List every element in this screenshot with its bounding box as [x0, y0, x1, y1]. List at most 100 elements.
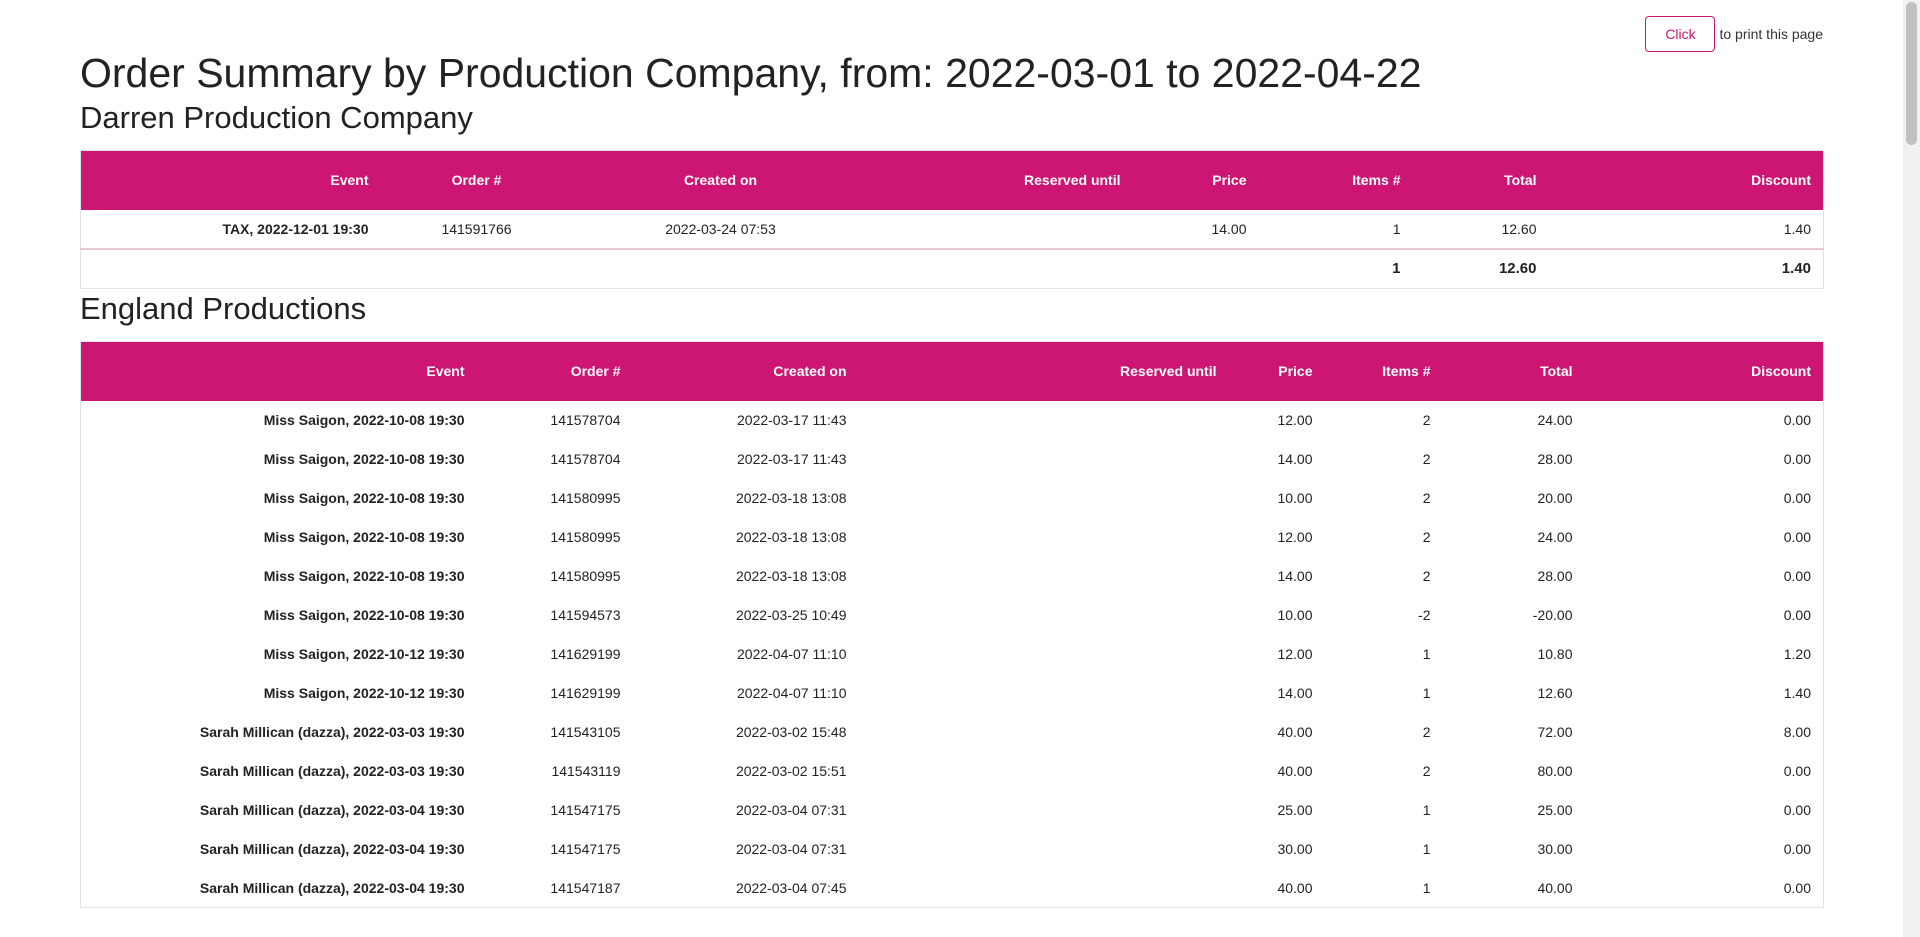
- cell-event: Miss Saigon, 2022-10-08 19:30: [263, 529, 465, 545]
- cell-order: 141594573: [550, 607, 621, 623]
- cell-created: 2022-04-07 11:10: [737, 685, 847, 701]
- table-row: Miss Saigon, 2022-10-08 19:30 141578704 20…: [81, 401, 1824, 440]
- report-content: Order Summary by Production Company, fro…: [80, 0, 1824, 908]
- cell-price: 12.00: [1277, 412, 1313, 428]
- cell-event: Sarah Millican (dazza), 2022-03-04 19:30: [199, 841, 465, 857]
- table-row: Sarah Millican (dazza), 2022-03-04 19:30…: [81, 869, 1824, 908]
- cell-order: 141578704: [550, 451, 621, 467]
- cell-reserved: [869, 210, 1133, 249]
- cell-items: 1: [1422, 685, 1431, 701]
- cell-total: 10.80: [1537, 646, 1573, 662]
- cell-items: 2: [1422, 412, 1431, 428]
- cell-order: 141580995: [550, 529, 621, 545]
- cell-total: 28.00: [1537, 451, 1573, 467]
- table-row: Sarah Millican (dazza), 2022-03-03 19:30…: [81, 713, 1824, 752]
- cell-reserved: [859, 401, 1229, 440]
- cell-discount: 0.00: [1783, 529, 1811, 545]
- column-header-items[interactable]: Items #: [1259, 151, 1413, 210]
- scrollbar-thumb[interactable]: [1906, 2, 1917, 145]
- cell-order: 141629199: [550, 685, 621, 701]
- total-items: 1: [1392, 260, 1401, 278]
- cell-total: 72.00: [1537, 724, 1573, 740]
- cell-created: 2022-03-17 11:43: [737, 451, 847, 467]
- cell-discount: 0.00: [1783, 490, 1811, 506]
- cell-order: 141547175: [550, 841, 621, 857]
- cell-total: 20.00: [1537, 490, 1573, 506]
- cell-discount: 0.00: [1783, 412, 1811, 428]
- cell-reserved: [859, 596, 1229, 635]
- cell-order: 141629199: [550, 646, 621, 662]
- cell-price: 12.00: [1277, 646, 1313, 662]
- column-header-items[interactable]: Items #: [1325, 342, 1443, 401]
- cell-created: 2022-03-04 07:31: [735, 841, 847, 857]
- cell-discount: 1.40: [1783, 685, 1811, 701]
- column-header-price[interactable]: Price: [1229, 342, 1325, 401]
- cell-total: 12.60: [1501, 220, 1537, 237]
- cell-total: 40.00: [1537, 879, 1573, 896]
- company-title: England Productions: [80, 291, 367, 326]
- cell-reserved: [859, 440, 1229, 479]
- cell-discount: 0.00: [1783, 802, 1811, 818]
- cell-discount: 1.40: [1783, 220, 1811, 237]
- cell-created: 2022-03-02 15:48: [735, 724, 847, 740]
- cell-event: Sarah Millican (dazza), 2022-03-04 19:30: [199, 802, 465, 818]
- cell-created: 2022-03-02 15:51: [735, 763, 847, 779]
- cell-price: 30.00: [1277, 841, 1313, 857]
- cell-order: 141591766: [441, 220, 512, 237]
- column-header-created[interactable]: Created on: [633, 342, 859, 401]
- cell-created: 2022-03-25 10:49: [735, 607, 847, 623]
- column-header-price[interactable]: Price: [1133, 151, 1259, 210]
- column-header-reserved[interactable]: Reserved until: [859, 342, 1229, 401]
- cell-event: Miss Saigon, 2022-10-12 19:30: [263, 685, 465, 701]
- cell-order: 141543105: [550, 724, 621, 740]
- table-row: Sarah Millican (dazza), 2022-03-04 19:30…: [81, 791, 1824, 830]
- cell-order: 141578704: [550, 412, 621, 428]
- cell-price: 10.00: [1277, 490, 1313, 506]
- table-row: TAX, 2022-12-01 19:30 141591766 2022-03-24…: [81, 210, 1824, 249]
- cell-price: 10.00: [1277, 607, 1313, 623]
- cell-items: 1: [1422, 802, 1431, 818]
- cell-reserved: [859, 518, 1229, 557]
- column-header-discount[interactable]: Discount: [1585, 342, 1824, 401]
- cell-price: 40.00: [1277, 763, 1313, 779]
- cell-items: 1: [1392, 220, 1401, 237]
- cell-items: 1: [1422, 879, 1431, 896]
- column-header-reserved[interactable]: Reserved until: [869, 151, 1133, 210]
- column-header-discount[interactable]: Discount: [1549, 151, 1824, 210]
- cell-reserved: [859, 635, 1229, 674]
- cell-price: 40.00: [1277, 724, 1313, 740]
- cell-items: 2: [1422, 529, 1431, 545]
- table-row: Miss Saigon, 2022-10-12 19:30 141629199 20…: [81, 635, 1824, 674]
- table-header-row: Event Order # Created on Reserved until …: [80, 341, 1824, 401]
- column-header-total[interactable]: Total: [1413, 151, 1549, 210]
- cell-order: 141547187: [550, 879, 621, 896]
- column-header-event[interactable]: Event: [81, 342, 477, 401]
- cell-event: Sarah Millican (dazza), 2022-03-03 19:30: [199, 724, 465, 740]
- totals-row: 1 12.60 1.40: [80, 248, 1824, 289]
- cell-price: 14.00: [1277, 685, 1313, 701]
- cell-order: 141543119: [551, 763, 621, 779]
- column-header-order[interactable]: Order #: [477, 342, 633, 401]
- table-body: TAX, 2022-12-01 19:30 141591766 2022-03-24…: [81, 210, 1824, 249]
- vertical-scrollbar[interactable]: [1903, 0, 1920, 937]
- cell-event: Miss Saigon, 2022-10-08 19:30: [263, 568, 465, 584]
- cell-reserved: [859, 557, 1229, 596]
- cell-items: 2: [1422, 568, 1431, 584]
- cell-event: Sarah Millican (dazza), 2022-03-04 19:30: [199, 879, 465, 896]
- cell-reserved: [859, 674, 1229, 713]
- cell-items: -2: [1418, 607, 1431, 623]
- column-header-order[interactable]: Order #: [381, 151, 573, 210]
- column-header-total[interactable]: Total: [1443, 342, 1585, 401]
- column-header-created[interactable]: Created on: [573, 151, 869, 210]
- cell-discount: 0.00: [1783, 568, 1811, 584]
- column-header-event[interactable]: Event: [81, 151, 381, 210]
- table-row: Sarah Millican (dazza), 2022-03-03 19:30…: [81, 752, 1824, 791]
- cell-event: Miss Saigon, 2022-10-08 19:30: [263, 607, 465, 623]
- cell-price: 14.00: [1211, 220, 1247, 237]
- cell-items: 1: [1422, 646, 1431, 662]
- table-row: Miss Saigon, 2022-10-08 19:30 141580995 2 0…: [81, 518, 1824, 557]
- cell-reserved: [859, 713, 1229, 752]
- cell-price: 25.00: [1277, 802, 1313, 818]
- table-row: Sarah Millican (dazza), 2022-03-04 19:30…: [81, 830, 1824, 869]
- cell-total: 80.00: [1537, 763, 1573, 779]
